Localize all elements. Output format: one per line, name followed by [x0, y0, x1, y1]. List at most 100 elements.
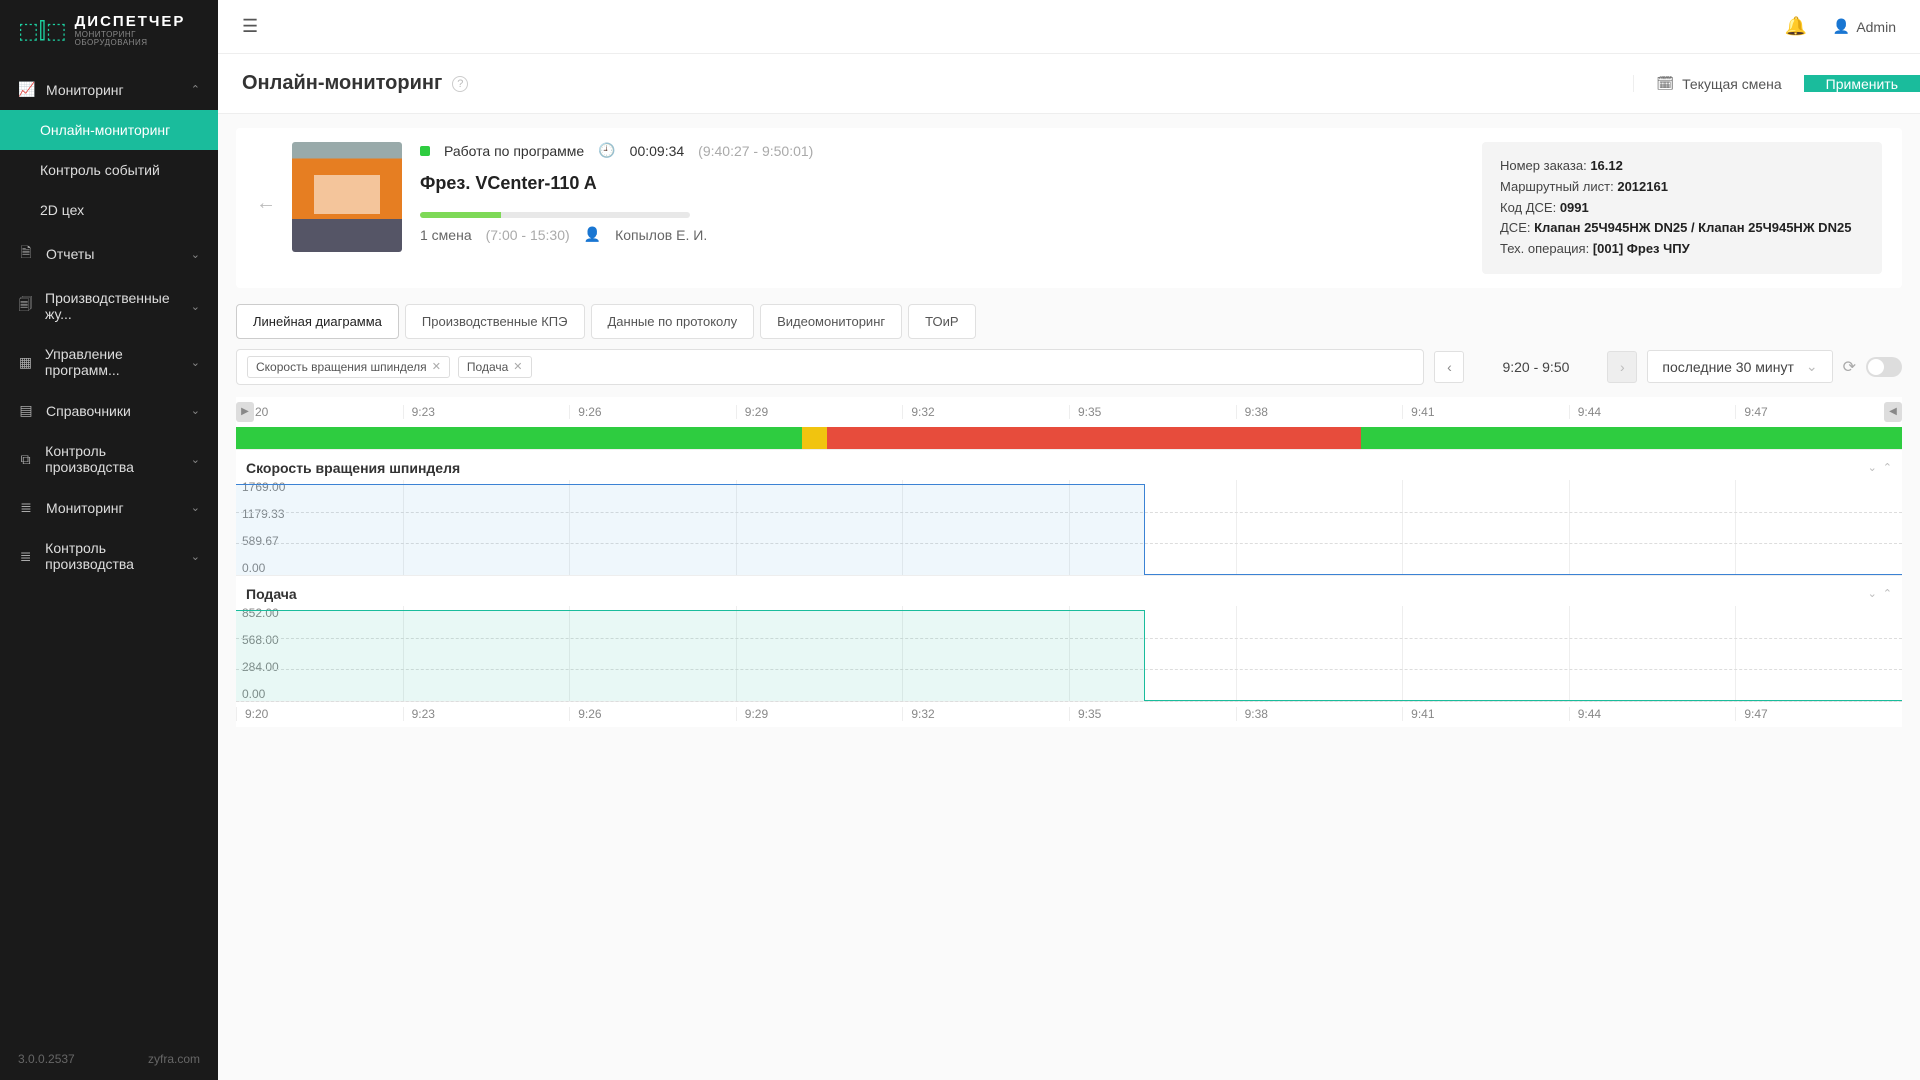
- chart-expand-icon[interactable]: ⌃: [1883, 461, 1892, 474]
- time-prev-button[interactable]: ‹: [1434, 351, 1464, 383]
- scroll-left-handle[interactable]: ▶: [236, 402, 254, 422]
- shift-btn-label: Текущая смена: [1682, 76, 1782, 92]
- interval: (9:40:27 - 9:50:01): [698, 143, 813, 159]
- nav-reports[interactable]: 🗎Отчеты⌄: [0, 230, 218, 278]
- tab-protocol[interactable]: Данные по протоколу: [591, 304, 755, 339]
- time-next-button[interactable]: ›: [1607, 351, 1637, 383]
- logo-title: ДИСПЕТЧЕР: [75, 14, 200, 29]
- period-select[interactable]: последние 30 минут⌄: [1647, 350, 1832, 383]
- list-icon: ≣: [18, 499, 34, 516]
- calendar-icon: 🗓: [1656, 75, 1674, 92]
- chevron-down-icon: ⌄: [191, 356, 200, 369]
- elapsed-time: 00:09:34: [630, 143, 685, 159]
- time-tick: 9:29: [736, 405, 903, 419]
- info-value: [001] Фрез ЧПУ: [1593, 241, 1690, 256]
- nav-monitoring-2[interactable]: ≣ Мониторинг ⌄: [0, 487, 218, 528]
- nav-monitoring[interactable]: 📈Мониторинг ⌃: [0, 69, 218, 110]
- timeline: ▶ 9:209:239:269:299:329:359:389:419:449:…: [236, 397, 1902, 727]
- info-label: Маршрутный лист:: [1500, 179, 1614, 194]
- tab-video[interactable]: Видеомониторинг: [760, 304, 902, 339]
- grid-icon: ▦: [18, 354, 33, 371]
- time-tick: 9:44: [1569, 707, 1736, 721]
- tab-maintenance[interactable]: ТОиР: [908, 304, 975, 339]
- time-tick: 9:41: [1402, 405, 1569, 419]
- prev-machine-arrow[interactable]: ←: [256, 192, 274, 215]
- apply-label: Применить: [1826, 76, 1898, 92]
- chevron-down-icon: ⌄: [191, 550, 200, 563]
- nav-label: Мониторинг: [46, 500, 124, 516]
- time-tick: 9:26: [569, 707, 736, 721]
- period-label: последние 30 минут: [1662, 359, 1793, 375]
- nav-prod-control[interactable]: ⧉Контроль производства⌄: [0, 431, 218, 487]
- status-dot: [420, 146, 430, 156]
- notifications-icon[interactable]: 🔔: [1784, 16, 1806, 37]
- machine-name: Фрез. VCenter-110 A: [420, 173, 1464, 194]
- journal-icon: 🗐: [18, 294, 33, 318]
- chart-collapse-icon[interactable]: ⌄: [1868, 587, 1877, 600]
- tag-label: Скорость вращения шпинделя: [256, 360, 427, 374]
- time-tick: 9:35: [1069, 405, 1236, 419]
- sidebar: ⬚⫿⬚ ДИСПЕТЧЕР МОНИТОРИНГ ОБОРУДОВАНИЯ 📈М…: [0, 0, 218, 1080]
- time-tick: 9:29: [736, 707, 903, 721]
- topbar: ☰ 🔔 👤 Admin: [218, 0, 1920, 54]
- time-tick: 9:32: [902, 707, 1069, 721]
- nav-label: Управление программ...: [45, 346, 191, 378]
- time-tick: 9:23: [403, 405, 570, 419]
- time-tick: 9:26: [569, 405, 736, 419]
- time-tick: 9:32: [902, 405, 1069, 419]
- nav-label: Справочники: [46, 403, 131, 419]
- chart-spindle: Скорость вращения шпинделя ⌄⌃ 1769.00 11…: [236, 449, 1902, 575]
- nav-label: Мониторинг: [46, 82, 124, 98]
- sidebar-footer: 3.0.0.2537 zyfra.com: [0, 1038, 218, 1080]
- chart-feed: Подача ⌄⌃ 852.00 568.00 284.00 0.00: [236, 575, 1902, 701]
- time-tick: 9:35: [1069, 707, 1236, 721]
- nav-program-mgmt[interactable]: ▦ Управление программ...⌄: [0, 334, 218, 390]
- tag-input[interactable]: Скорость вращения шпинделя✕ Подача✕: [236, 349, 1424, 385]
- info-value: Клапан 25Ч945НЖ DN25 / Клапан 25Ч945НЖ D…: [1534, 220, 1851, 235]
- tag-spindle: Скорость вращения шпинделя ✕: [247, 356, 450, 378]
- doc-icon: 🗎: [18, 242, 34, 266]
- tab-kpi[interactable]: Производственные КПЭ: [405, 304, 585, 339]
- time-tick: 9:20: [236, 707, 403, 721]
- nav-reference[interactable]: ▤Справочники⌄: [0, 390, 218, 431]
- chevron-down-icon: ⌄: [191, 501, 200, 514]
- chart-title: Подача: [246, 586, 297, 602]
- nav-prod-journals[interactable]: 🗐Производственные жу...⌄: [0, 278, 218, 334]
- nav-event-control[interactable]: Контроль событий: [0, 150, 218, 190]
- nav-2d-workshop[interactable]: 2D цех: [0, 190, 218, 230]
- layers-icon: ⧉: [18, 451, 33, 468]
- chart-expand-icon[interactable]: ⌃: [1883, 587, 1892, 600]
- order-info: Номер заказа: 16.12 Маршрутный лист: 201…: [1482, 142, 1882, 274]
- scroll-right-handle[interactable]: ◀: [1884, 402, 1902, 422]
- nav-online-monitoring[interactable]: Онлайн-мониторинг: [0, 110, 218, 150]
- tag-remove-icon[interactable]: ✕: [513, 360, 522, 373]
- info-label: Номер заказа:: [1500, 158, 1587, 173]
- info-value: 16.12: [1590, 158, 1623, 173]
- nav: 📈Мониторинг ⌃ Онлайн-мониторинг Контроль…: [0, 61, 218, 1038]
- status-segment: [802, 427, 827, 449]
- nav-label: Производственные жу...: [45, 290, 191, 322]
- user-menu[interactable]: 👤 Admin: [1833, 18, 1896, 35]
- brand-link[interactable]: zyfra.com: [148, 1052, 200, 1066]
- chart-collapse-icon[interactable]: ⌄: [1868, 461, 1877, 474]
- info-value: 2012161: [1617, 179, 1668, 194]
- logo: ⬚⫿⬚ ДИСПЕТЧЕР МОНИТОРИНГ ОБОРУДОВАНИЯ: [0, 0, 218, 61]
- user-name: Admin: [1856, 19, 1896, 35]
- help-icon[interactable]: ?: [452, 76, 468, 92]
- tab-linear-diagram[interactable]: Линейная диаграмма: [236, 304, 399, 339]
- current-shift-button[interactable]: 🗓 Текущая смена: [1633, 75, 1803, 92]
- sidebar-collapse-icon[interactable]: ☰: [242, 16, 258, 37]
- user-icon: 👤: [1833, 18, 1850, 35]
- time-tick: 9:47: [1735, 707, 1902, 721]
- info-label: Код ДСЕ:: [1500, 200, 1556, 215]
- refresh-icon[interactable]: ⟳: [1843, 357, 1856, 377]
- shift-time: (7:00 - 15:30): [486, 227, 570, 243]
- nav-prod-control-2[interactable]: ≣Контроль производства⌄: [0, 528, 218, 584]
- status-segment: [236, 427, 802, 449]
- apply-button[interactable]: Применить: [1804, 75, 1920, 92]
- bottom-time-axis: 9:209:239:269:299:329:359:389:419:449:47: [236, 701, 1902, 727]
- tag-remove-icon[interactable]: ✕: [432, 360, 441, 373]
- controls-row: Скорость вращения шпинделя✕ Подача✕ ‹ 9:…: [236, 349, 1902, 385]
- auto-refresh-toggle[interactable]: [1866, 357, 1902, 377]
- time-tick: 9:44: [1569, 405, 1736, 419]
